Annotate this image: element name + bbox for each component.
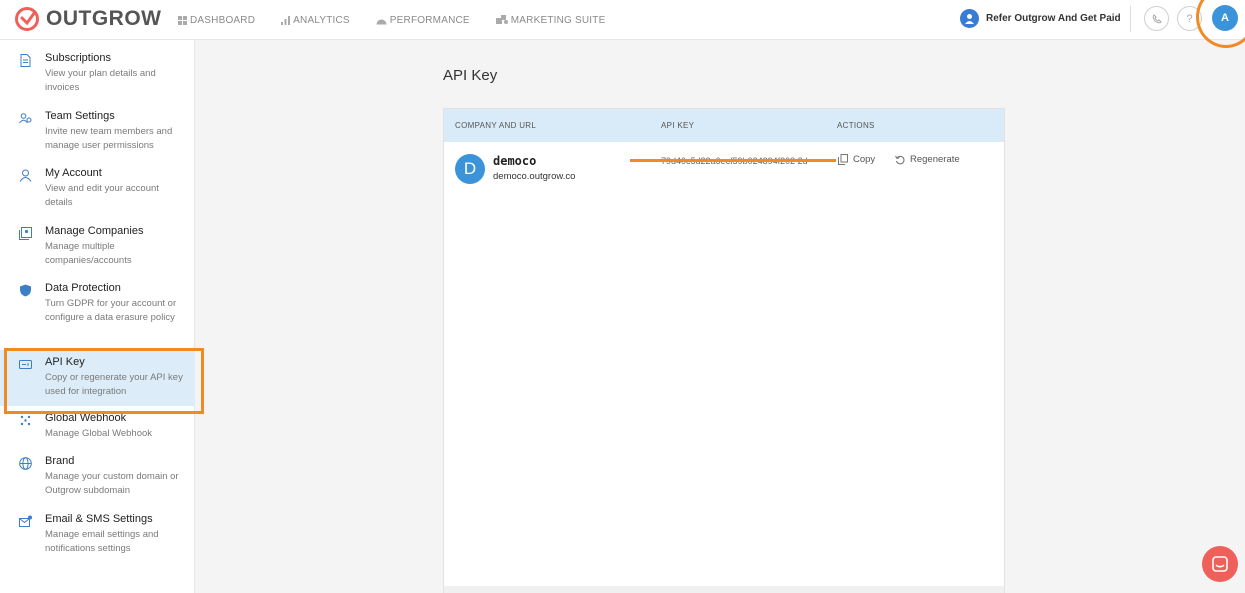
sidebar-item-title: Team Settings (45, 110, 115, 122)
sidebar-item-desc: Manage email settings and notifications … (45, 529, 159, 554)
sidebar-item-desc: View your plan details and invoices (45, 68, 156, 93)
grid-icon (178, 15, 187, 25)
copy-button[interactable]: Copy (838, 154, 875, 165)
regenerate-icon (895, 155, 905, 164)
nav-analytics[interactable]: ANALYTICS (281, 15, 350, 26)
sidebar-item-desc: Turn GDPR for your account or configure … (45, 298, 177, 323)
sidebar-item-my-account[interactable]: My Account View and edit your account de… (0, 167, 195, 211)
sidebar-item-global-webhook[interactable]: Global Webhook Manage Global Webhook (0, 412, 195, 452)
sidebar-item-desc: Manage multiple companies/accounts (45, 241, 132, 266)
email-settings-icon (19, 515, 32, 527)
document-icon (20, 54, 31, 67)
sidebar-item-email-sms-settings[interactable]: Email & SMS Settings Manage email settin… (0, 513, 195, 557)
sidebar-item-title: Brand (45, 455, 75, 467)
chat-icon (1212, 556, 1228, 572)
user-icon (19, 169, 32, 182)
table-footer (444, 586, 1004, 593)
nav-marketing-suite[interactable]: MARKETING SUITE (495, 14, 606, 26)
company-avatar: D (455, 154, 485, 184)
companies-icon (19, 227, 32, 240)
page-title: API Key (443, 67, 498, 84)
column-header-company: COMPANY AND URL (455, 121, 537, 130)
company-name: democo (493, 154, 537, 168)
regenerate-label: Regenerate (910, 154, 960, 165)
puzzle-icon (495, 15, 508, 24)
chat-launcher-button[interactable] (1202, 546, 1238, 582)
copy-icon (838, 154, 848, 165)
column-header-actions: ACTIONS (837, 121, 875, 130)
bar-chart-icon (281, 15, 291, 25)
nav-dashboard-label: DASHBOARD (190, 14, 256, 26)
nav-performance-label: PERFORMANCE (389, 14, 470, 26)
regenerate-button[interactable]: Regenerate (895, 154, 960, 165)
gauge-icon (376, 19, 387, 24)
brand-logo[interactable]: OUTGROW (14, 6, 161, 32)
company-initial: D (463, 159, 477, 178)
sidebar-item-manage-companies[interactable]: Manage Companies Manage multiple compani… (0, 225, 195, 269)
brand-name: OUTGROW (46, 7, 162, 30)
main-nav: DASHBOARD ANALYTICS PERFORMANCE MARKETIN… (178, 0, 631, 40)
phone-icon (1152, 13, 1162, 23)
column-header-api-key: API KEY (661, 121, 695, 130)
phone-button[interactable] (1144, 6, 1169, 31)
nav-marketing-suite-label: MARKETING SUITE (510, 14, 606, 26)
refer-icon (960, 8, 979, 28)
copy-label: Copy (853, 154, 876, 165)
nav-dashboard[interactable]: DASHBOARD (178, 15, 255, 26)
refer-link[interactable]: Refer Outgrow And Get Paid (960, 8, 1121, 28)
sidebar-item-desc: Manage Global Webhook (45, 428, 153, 439)
top-bar: OUTGROW DASHBOARD ANALYTICS PERFORMANCE … (0, 0, 1245, 48)
api-key-highlight-box (4, 348, 204, 414)
sidebar-item-title: Subscriptions (45, 52, 112, 64)
api-key-table: COMPANY AND URL API KEY ACTIONS D democo… (443, 108, 1005, 593)
settings-sidebar: Subscriptions View your plan details and… (0, 40, 195, 593)
sidebar-item-team-settings[interactable]: Team Settings Invite new team members an… (0, 110, 195, 154)
globe-icon (19, 457, 32, 470)
nav-analytics-label: ANALYTICS (293, 14, 350, 26)
sidebar-item-desc: Invite new team members and manage user … (45, 126, 173, 151)
outgrow-logo-icon (15, 7, 39, 31)
sidebar-item-data-protection[interactable]: Data Protection Turn GDPR for your accou… (0, 282, 195, 338)
header-divider (1130, 6, 1131, 32)
sidebar-item-title: Data Protection (45, 282, 121, 294)
webhook-icon (20, 415, 31, 426)
shield-icon (20, 284, 31, 297)
company-url[interactable]: democo.outgrow.co (493, 171, 575, 182)
sidebar-item-title: Email & SMS Settings (45, 513, 153, 525)
sidebar-item-desc: View and edit your account details (45, 183, 159, 208)
avatar-highlight-ring (1196, 0, 1245, 48)
sidebar-item-desc: Manage your custom domain or Outgrow sub… (45, 471, 179, 496)
sidebar-item-title: My Account (45, 167, 102, 179)
help-icon: ? (1186, 12, 1193, 25)
sidebar-item-subscriptions[interactable]: Subscriptions View your plan details and… (0, 52, 195, 96)
table-header: COMPANY AND URL API KEY ACTIONS (444, 109, 1004, 142)
team-icon (19, 113, 32, 124)
sidebar-item-title: Manage Companies (45, 225, 144, 237)
redaction-line (630, 159, 836, 162)
nav-performance[interactable]: PERFORMANCE (376, 15, 470, 26)
sidebar-item-brand[interactable]: Brand Manage your custom domain or Outgr… (0, 455, 195, 499)
refer-label: Refer Outgrow And Get Paid (986, 12, 1121, 24)
